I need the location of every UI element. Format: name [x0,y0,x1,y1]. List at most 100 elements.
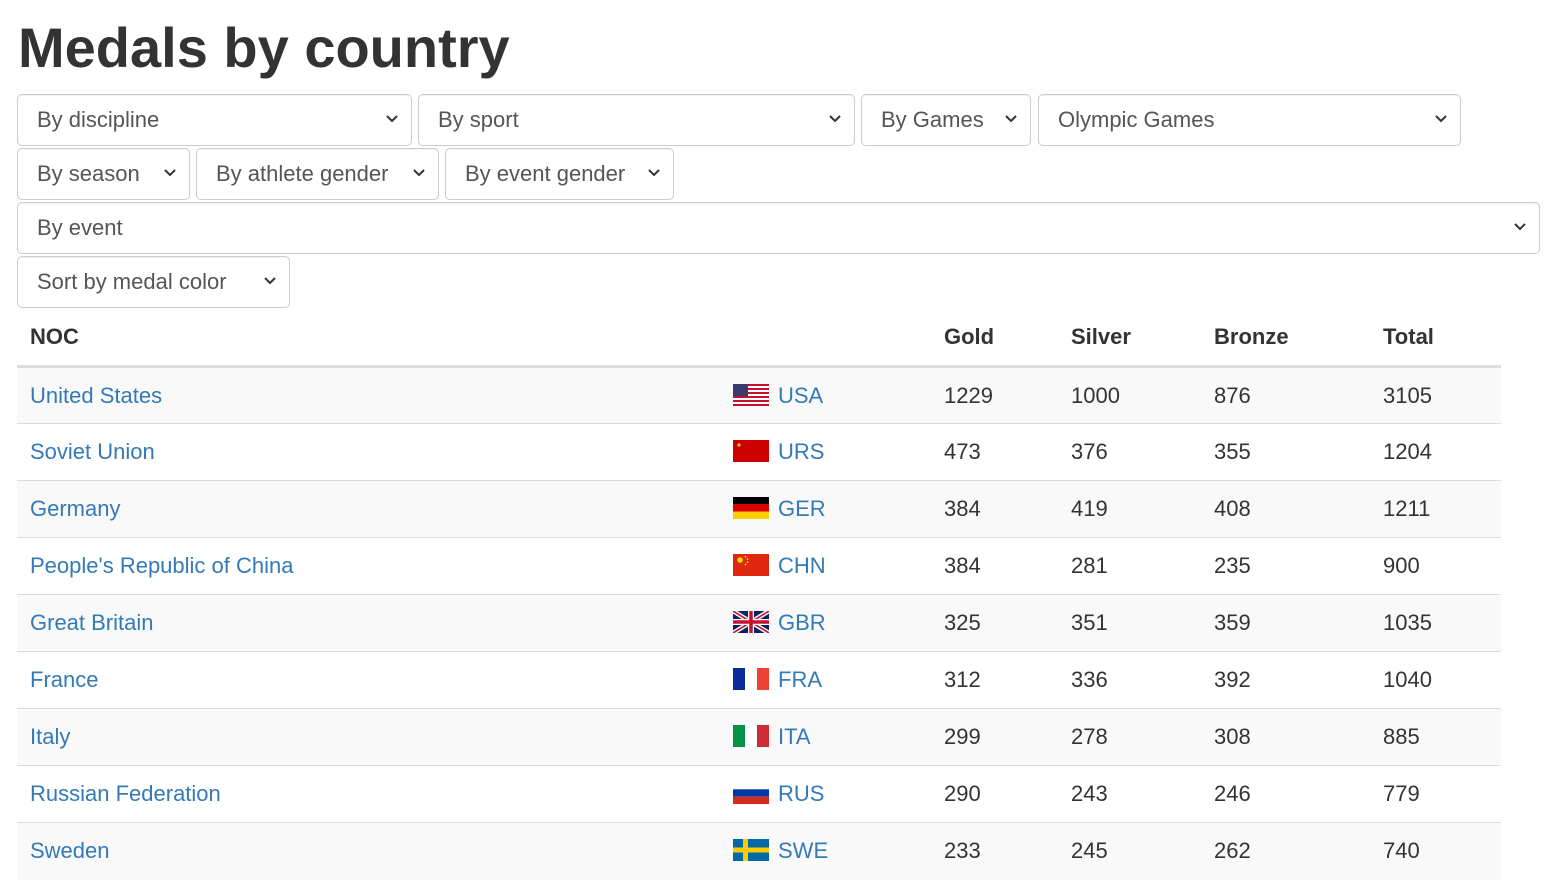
rus-flag-icon [733,782,769,804]
country-cell: Great Britain [17,594,720,652]
table-row: France FRA 312 336 392 1040 [17,651,1501,709]
header-noc: NOC [17,309,720,368]
total-cell: 779 [1370,765,1501,823]
noc-code-link[interactable]: USA [778,383,823,408]
gold-cell: 299 [931,708,1058,766]
header-gold: Gold [931,309,1058,368]
gold-cell: 384 [931,480,1058,538]
country-link[interactable]: Great Britain [30,610,154,635]
chevron-down-icon [1005,115,1017,123]
noc-code-link[interactable]: RUS [778,781,824,806]
urs-flag-icon [733,440,769,462]
bronze-cell: 392 [1201,651,1370,709]
silver-cell: 281 [1058,537,1201,595]
silver-cell: 278 [1058,708,1201,766]
noc-code-cell: CHN [720,537,931,595]
swe-flag-icon [733,839,769,862]
chevron-down-icon [386,115,398,123]
season-select[interactable]: By season [17,148,190,200]
noc-code-link[interactable]: GBR [778,610,826,635]
noc-code-cell: ITA [720,708,931,766]
games-select-label: By Games [881,107,984,132]
olympic-games-select-label: Olympic Games [1058,107,1215,132]
bronze-cell: 262 [1201,822,1370,880]
bronze-cell: 246 [1201,765,1370,823]
page-title: Medals by country [18,16,510,79]
noc-code-link[interactable]: GER [778,496,826,521]
games-select[interactable]: By Games [861,94,1031,146]
noc-code-link[interactable]: SWE [778,838,828,863]
event-gender-select-label: By event gender [465,161,626,186]
noc-code-link[interactable]: URS [778,439,824,464]
discipline-select-label: By discipline [37,107,160,132]
table-row: United States USA 1229 1000 876 3105 [17,366,1501,424]
gold-cell: 325 [931,594,1058,652]
chevron-down-icon [829,115,841,123]
table-row: Sweden SWE 233 245 262 740 [17,822,1501,880]
silver-cell: 245 [1058,822,1201,880]
gold-cell: 473 [931,423,1058,481]
noc-code-link[interactable]: ITA [778,724,811,749]
chevron-down-icon [1514,223,1526,231]
silver-cell: 1000 [1058,366,1201,424]
gold-cell: 384 [931,537,1058,595]
silver-cell: 243 [1058,765,1201,823]
country-link[interactable]: Italy [30,724,70,749]
discipline-select[interactable]: By discipline [17,94,412,146]
olympic-games-select[interactable]: Olympic Games [1038,94,1461,146]
country-link[interactable]: People's Republic of China [30,553,293,578]
bronze-cell: 308 [1201,708,1370,766]
table-header-row: NOC Gold Silver Bronze Total [17,309,1501,368]
gbr-flag-icon [733,611,769,633]
ger-flag-icon [733,497,769,519]
header-bronze: Bronze [1201,309,1370,368]
season-select-label: By season [37,161,140,186]
country-cell: Germany [17,480,720,538]
page: Medals by country By discipline By sport… [0,0,1562,886]
sort-select-label: Sort by medal color [37,269,227,294]
table-row: Germany GER 384 419 408 1211 [17,480,1501,538]
country-link[interactable]: United States [30,383,162,408]
bronze-cell: 408 [1201,480,1370,538]
sport-select[interactable]: By sport [418,94,855,146]
silver-cell: 351 [1058,594,1201,652]
bronze-cell: 359 [1201,594,1370,652]
noc-code-link[interactable]: FRA [778,667,822,692]
country-link[interactable]: Sweden [30,838,110,863]
noc-code-cell: USA [720,366,931,424]
athlete-gender-select-label: By athlete gender [216,161,389,186]
bronze-cell: 355 [1201,423,1370,481]
athlete-gender-select[interactable]: By athlete gender [196,148,439,200]
total-cell: 1204 [1370,423,1501,481]
chevron-down-icon [1435,115,1447,123]
silver-cell: 419 [1058,480,1201,538]
gold-cell: 290 [931,765,1058,823]
total-cell: 3105 [1370,366,1501,424]
country-link[interactable]: Germany [30,496,120,521]
noc-code-link[interactable]: CHN [778,553,826,578]
usa-flag-icon [733,383,769,406]
bronze-cell: 876 [1201,366,1370,424]
gold-cell: 1229 [931,366,1058,424]
chevron-down-icon [264,277,276,285]
country-link[interactable]: Russian Federation [30,781,221,806]
gold-cell: 233 [931,822,1058,880]
country-link[interactable]: Soviet Union [30,439,155,464]
silver-cell: 376 [1058,423,1201,481]
noc-code-cell: RUS [720,765,931,823]
table-row: Great Britain GBR 325 351 359 1035 [17,594,1501,652]
event-gender-select[interactable]: By event gender [445,148,674,200]
ita-flag-icon [733,725,769,747]
noc-code-cell: SWE [720,822,931,880]
gold-cell: 312 [931,651,1058,709]
sort-select[interactable]: Sort by medal color [17,256,290,308]
chevron-down-icon [648,169,660,177]
bronze-cell: 235 [1201,537,1370,595]
noc-code-cell: URS [720,423,931,481]
table-row: Italy ITA 299 278 308 885 [17,708,1501,766]
fra-flag-icon [733,668,769,690]
header-total: Total [1370,309,1501,368]
event-select[interactable]: By event [17,202,1540,254]
country-link[interactable]: France [30,667,98,692]
country-cell: Sweden [17,822,720,880]
